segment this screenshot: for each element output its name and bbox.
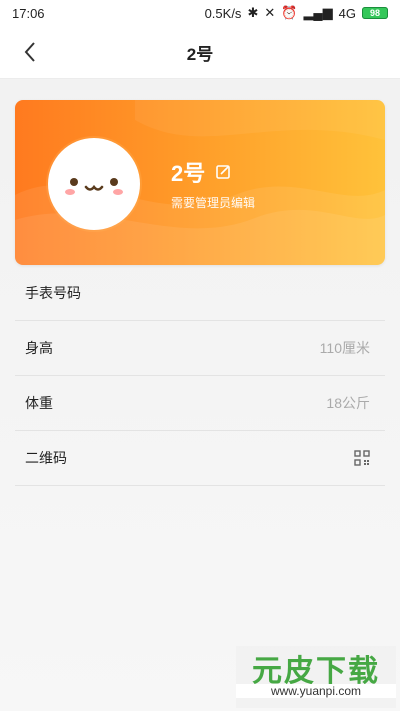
screen: 17:06 0.5K/s ✱ ✕ ⏰ ▂▄▆ 4G 98 2号 2号 需要管理员… xyxy=(0,0,400,711)
network-type: 4G xyxy=(338,5,356,21)
watch-number-row[interactable]: 手表号码 xyxy=(15,266,385,321)
height-row[interactable]: 身高 110厘米 xyxy=(15,321,385,376)
profile-name: 2号 xyxy=(171,161,206,186)
profile-card: 2号 需要管理员编辑 xyxy=(15,100,385,265)
info-list: 手表号码 身高 110厘米 体重 18公斤 二维码 xyxy=(15,266,385,486)
bluetooth-icon: ✱ xyxy=(247,5,259,20)
battery-icon: 98 xyxy=(362,7,388,19)
avatar[interactable] xyxy=(48,138,140,230)
nav-bar: 2号 xyxy=(0,26,400,79)
alarm-icon: ⏰ xyxy=(281,5,298,20)
edit-icon[interactable] xyxy=(215,164,231,180)
status-indicators: 0.5K/s ✱ ✕ ⏰ ▂▄▆ 4G 98 xyxy=(205,5,388,21)
status-time: 17:06 xyxy=(12,5,45,21)
signal-icon: ▂▄▆ xyxy=(303,5,333,20)
mute-icon: ✕ xyxy=(264,5,276,20)
profile-name-row: 2号 xyxy=(171,156,231,188)
qr-code-icon[interactable] xyxy=(354,450,370,466)
smiley-face-icon xyxy=(65,178,123,195)
back-button[interactable] xyxy=(16,38,44,66)
qrcode-row[interactable]: 二维码 xyxy=(15,431,385,486)
weight-label: 体重 xyxy=(25,395,53,411)
admin-edit-note: 需要管理员编辑 xyxy=(171,196,256,210)
weight-value: 18公斤 xyxy=(326,395,370,411)
weight-row[interactable]: 体重 18公斤 xyxy=(15,376,385,431)
status-bar: 17:06 0.5K/s ✱ ✕ ⏰ ▂▄▆ 4G 98 xyxy=(0,0,400,26)
height-value: 110厘米 xyxy=(319,340,370,356)
watermark-url: www.yuanpi.com xyxy=(236,684,396,698)
qrcode-label: 二维码 xyxy=(25,450,67,466)
network-speed: 0.5K/s xyxy=(204,5,242,21)
chevron-left-icon xyxy=(24,42,35,62)
page-title: 2号 xyxy=(186,44,214,64)
watch-number-label: 手表号码 xyxy=(25,285,81,301)
watermark-logo: 元皮下载 www.yuanpi.com xyxy=(236,646,396,708)
height-label: 身高 xyxy=(25,340,53,356)
